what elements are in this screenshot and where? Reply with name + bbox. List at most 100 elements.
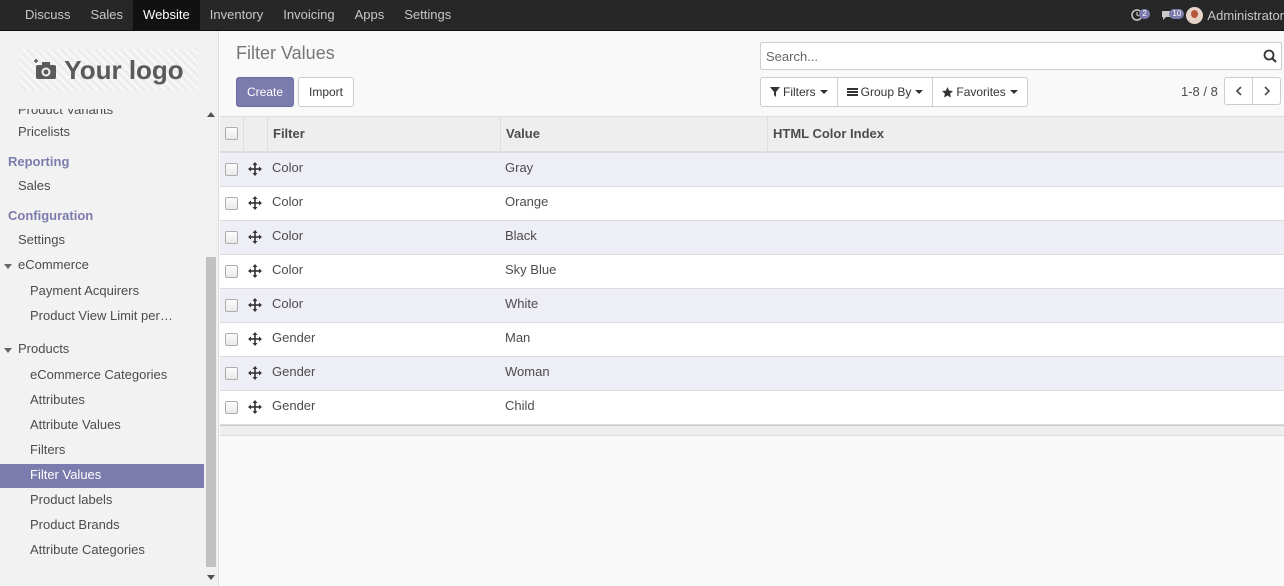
app-sales[interactable]: Sales <box>81 0 134 30</box>
cell-filter: Gender <box>272 364 316 379</box>
move-handle-icon[interactable] <box>248 162 262 176</box>
cell-value: Gray <box>505 160 534 175</box>
row-checkbox[interactable] <box>225 197 238 210</box>
sidebar-group-products[interactable]: Products <box>0 338 204 362</box>
table-header: Filter Value HTML Color Index <box>220 116 1284 153</box>
import-button[interactable]: Import <box>298 77 354 107</box>
messages-badge: 10 <box>1169 9 1185 19</box>
app-menu: Discuss Sales Website Inventory Invoicin… <box>15 0 461 30</box>
move-handle-icon[interactable] <box>248 400 262 414</box>
user-menu[interactable]: Administrator <box>1182 6 1284 24</box>
app-discuss[interactable]: Discuss <box>15 0 81 30</box>
table-row[interactable]: Gender Man <box>220 323 1284 357</box>
cell-filter: Color <box>272 160 304 175</box>
sidebar-item-pricelists[interactable]: Pricelists <box>0 121 204 145</box>
filters-label: Filters <box>783 85 816 99</box>
sidebar-item-product-labels[interactable]: Product labels <box>0 489 204 513</box>
cell-filter: Gender <box>272 398 316 413</box>
filter-icon <box>770 87 780 97</box>
search-bar <box>760 42 1282 70</box>
chevron-left-icon <box>1235 86 1242 96</box>
table-row[interactable]: Gender Woman <box>220 357 1284 391</box>
move-handle-icon[interactable] <box>248 196 262 210</box>
table-body: Color Gray Color Orange Color Black Color Sky B… <box>220 153 1284 425</box>
sidebar-item-product-brands[interactable]: Product Brands <box>0 514 204 538</box>
sidebar-item-filter-values[interactable]: Filter Values <box>0 464 204 488</box>
table-row[interactable]: Color Black <box>220 221 1284 255</box>
star-icon <box>942 86 954 97</box>
sidebar-section-configuration[interactable]: Configuration <box>0 205 204 229</box>
create-button[interactable]: Create <box>236 77 294 107</box>
groupby-dropdown[interactable]: Group By <box>838 78 934 106</box>
row-checkbox[interactable] <box>225 333 238 346</box>
search-icon[interactable] <box>1263 49 1277 63</box>
row-checkbox[interactable] <box>225 163 238 176</box>
pager-value[interactable]: 1-8 / 8 <box>1181 84 1218 99</box>
move-handle-icon[interactable] <box>248 332 262 346</box>
cell-filter: Color <box>272 194 304 209</box>
move-handle-icon[interactable] <box>248 298 262 312</box>
page-title: Filter Values <box>236 43 335 63</box>
filters-dropdown[interactable]: Filters <box>761 78 838 106</box>
sidebar-item-filters[interactable]: Filters <box>0 439 204 463</box>
scroll-up-icon[interactable] <box>207 112 215 117</box>
app-invoicing[interactable]: Invoicing <box>273 0 344 30</box>
list-table: Filter Value HTML Color Index Color Gray C… <box>220 116 1284 436</box>
cell-filter: Color <box>272 262 304 277</box>
sidebar-group-ecommerce[interactable]: eCommerce <box>0 254 204 278</box>
sidebar: Your logo Product Variants Pricelists Re… <box>0 31 219 586</box>
row-checkbox[interactable] <box>225 265 238 278</box>
move-handle-icon[interactable] <box>248 230 262 244</box>
app-website[interactable]: Website <box>133 0 200 30</box>
table-row[interactable]: Color Sky Blue <box>220 255 1284 289</box>
pager-previous-button[interactable] <box>1224 77 1253 105</box>
scroll-down-icon[interactable] <box>207 575 215 580</box>
table-row[interactable]: Color White <box>220 289 1284 323</box>
favorites-dropdown[interactable]: Favorites <box>933 78 1026 106</box>
pager-next-button[interactable] <box>1252 77 1281 105</box>
row-checkbox[interactable] <box>225 231 238 244</box>
cell-value: Woman <box>505 364 550 379</box>
row-checkbox[interactable] <box>225 299 238 312</box>
sidebar-scrollbar[interactable] <box>204 109 218 583</box>
table-footer <box>220 425 1284 436</box>
company-logo[interactable]: Your logo <box>20 49 198 91</box>
favorites-label: Favorites <box>956 85 1006 99</box>
app-settings[interactable]: Settings <box>394 0 461 30</box>
sidebar-section-reporting[interactable]: Reporting <box>0 151 204 175</box>
sidebar-item-product-view-limit[interactable]: Product View Limit per… <box>0 305 204 329</box>
column-header-html-color-index[interactable]: HTML Color Index <box>767 117 1284 152</box>
table-row[interactable]: Color Gray <box>220 153 1284 187</box>
activities-button[interactable]: 2 <box>1122 0 1152 30</box>
table-row[interactable]: Color Orange <box>220 187 1284 221</box>
sidebar-group-label: Products <box>18 341 70 356</box>
column-header-filter[interactable]: Filter <box>267 117 501 152</box>
cell-filter: Gender <box>272 330 316 345</box>
column-header-value[interactable]: Value <box>500 117 767 152</box>
sidebar-item-attribute-categories[interactable]: Attribute Categories <box>0 539 204 563</box>
scrollbar-thumb[interactable] <box>206 257 216 567</box>
caret-down-icon <box>819 90 828 94</box>
messages-button[interactable]: 10 <box>1152 0 1185 30</box>
sidebar-item-ecommerce-categories[interactable]: eCommerce Categories <box>0 364 204 388</box>
sidebar-item-payment-acquirers[interactable]: Payment Acquirers <box>0 280 204 304</box>
move-handle-icon[interactable] <box>248 264 262 278</box>
row-checkbox[interactable] <box>225 367 238 380</box>
sidebar-item-settings[interactable]: Settings <box>0 229 204 253</box>
search-input[interactable] <box>761 43 1241 69</box>
move-handle-icon[interactable] <box>248 366 262 380</box>
systray: 2 10 Administrator <box>1122 0 1284 30</box>
table-row[interactable]: Gender Child <box>220 391 1284 425</box>
cell-value: Man <box>505 330 531 345</box>
sidebar-item-attribute-values[interactable]: Attribute Values <box>0 414 204 438</box>
app-apps[interactable]: Apps <box>345 0 395 30</box>
activities-badge: 2 <box>1139 9 1150 19</box>
chevron-right-icon <box>1263 86 1270 96</box>
sidebar-group-label: eCommerce <box>18 257 89 272</box>
sidebar-item-sales[interactable]: Sales <box>0 175 204 199</box>
select-all-checkbox[interactable] <box>225 127 238 140</box>
app-inventory[interactable]: Inventory <box>200 0 273 30</box>
user-name: Administrator <box>1207 7 1284 23</box>
sidebar-item-attributes[interactable]: Attributes <box>0 389 204 413</box>
row-checkbox[interactable] <box>225 401 238 414</box>
